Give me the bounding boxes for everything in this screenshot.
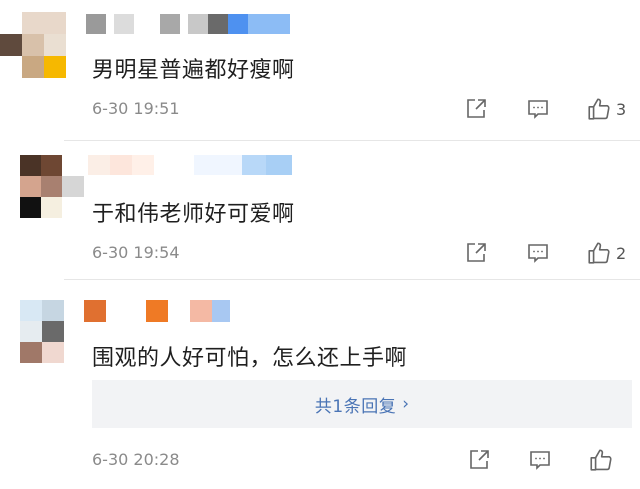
reply-button[interactable] <box>528 448 552 472</box>
like-count: 2 <box>616 243 627 263</box>
avatar-pixel <box>20 155 41 176</box>
share-icon <box>467 243 486 262</box>
name-pixel <box>146 300 168 322</box>
view-replies-link[interactable]: 共1条回复 <box>315 392 396 417</box>
share-button[interactable] <box>467 448 491 472</box>
name-pixel <box>242 155 266 175</box>
comment-text: 围观的人好可怕，怎么还上手啊 <box>92 346 408 371</box>
comment-time: 6-30 20:28 <box>92 450 180 469</box>
comment-icon <box>530 451 550 470</box>
avatar-pixel <box>22 56 44 78</box>
avatar-pixel <box>44 12 66 34</box>
name-pixel <box>106 300 146 322</box>
avatar-pixel <box>22 12 44 34</box>
chevron-right-icon: › <box>402 394 410 414</box>
avatar-pixel <box>44 34 66 56</box>
comment-icon <box>528 244 548 263</box>
avatar-edge <box>0 34 22 56</box>
name-pixel <box>190 300 212 322</box>
name-pixel <box>160 14 180 34</box>
comment-text: 男明星普遍都好瘦啊 <box>92 58 295 83</box>
name-pixel <box>194 155 242 175</box>
avatar-pixel <box>41 197 62 218</box>
avatar-pixel <box>41 155 62 176</box>
comment-text: 于和伟老师好可爱啊 <box>92 202 295 227</box>
like-button[interactable] <box>588 447 618 473</box>
name-pixel <box>208 14 228 34</box>
thumbs-up-icon <box>590 449 612 471</box>
name-pixel <box>188 14 208 34</box>
avatar-pixel <box>20 321 42 342</box>
name-pixel <box>180 14 188 34</box>
name-pixel <box>110 155 132 175</box>
share-button[interactable] <box>464 241 488 265</box>
comment-time: 6-30 19:54 <box>92 243 180 262</box>
name-pixel <box>266 155 292 175</box>
name-pixel <box>154 155 194 175</box>
name-pixel <box>212 300 230 322</box>
avatar-pixel <box>41 176 62 197</box>
avatar-pixel <box>20 342 42 363</box>
avatar[interactable] <box>22 12 66 78</box>
name-pixel <box>84 300 106 322</box>
avatar-pixel <box>42 300 64 321</box>
avatar[interactable] <box>20 300 64 363</box>
avatar-pixel <box>20 197 41 218</box>
avatar-pixel <box>62 176 84 197</box>
share-icon <box>470 450 489 469</box>
avatar-pixel <box>62 197 84 218</box>
comment-time: 6-30 19:51 <box>92 99 180 118</box>
username[interactable] <box>88 155 292 175</box>
like-count: 3 <box>616 99 627 119</box>
comment-item: 男明星普遍都好瘦啊 6-30 19:51 3 <box>0 0 640 140</box>
like-button[interactable]: 2 <box>586 240 626 266</box>
name-pixel <box>134 14 160 34</box>
thumbs-up-icon <box>588 98 610 120</box>
avatar-pixel <box>44 56 66 78</box>
reply-thread-box[interactable]: 共1条回复 › <box>92 380 632 428</box>
share-button[interactable] <box>464 97 488 121</box>
name-pixel <box>228 14 248 34</box>
avatar[interactable] <box>20 155 84 218</box>
thumbs-up-icon <box>588 242 610 264</box>
share-icon <box>467 99 486 118</box>
username[interactable] <box>86 14 294 34</box>
name-pixel <box>106 14 114 34</box>
comment-item: 围观的人好可怕，怎么还上手啊 共1条回复 › 6-30 20:28 <box>0 280 640 489</box>
avatar-pixel <box>62 155 84 176</box>
avatar-pixel <box>20 176 41 197</box>
reply-button[interactable] <box>526 241 550 265</box>
avatar-pixel <box>0 34 22 56</box>
avatar-pixel <box>42 342 64 363</box>
avatar-pixel <box>22 34 44 56</box>
name-pixel <box>88 155 110 175</box>
comment-item: 于和伟老师好可爱啊 6-30 19:54 2 <box>0 141 640 279</box>
comment-icon <box>528 100 548 119</box>
name-pixel <box>86 14 106 34</box>
name-pixel <box>132 155 154 175</box>
like-button[interactable]: 3 <box>586 96 626 122</box>
name-pixel <box>168 300 190 322</box>
avatar-pixel <box>42 321 64 342</box>
username[interactable] <box>84 300 230 322</box>
name-pixel <box>248 14 290 34</box>
avatar-pixel <box>20 300 42 321</box>
name-pixel <box>114 14 134 34</box>
reply-button[interactable] <box>526 97 550 121</box>
